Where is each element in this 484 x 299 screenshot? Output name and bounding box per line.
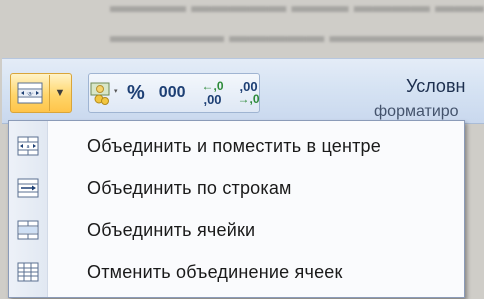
increase-decimal-button[interactable]: ←,0 ,00 (196, 76, 230, 110)
conditional-formatting-button[interactable]: Условн форматиро (374, 75, 466, 120)
merge-center-icon: ·a· (17, 82, 43, 104)
chevron-down-icon[interactable]: ▼ (50, 76, 70, 110)
merge-dropdown-menu: a Объединить и поместить в центре Объеди… (8, 120, 465, 298)
ribbon-toolbar: ·a· ▼ ▾ % 000 ←,0 ,00 ,00 →,0 Условн фор… (2, 58, 484, 124)
menu-item-label: Объединить ячейки (87, 219, 256, 240)
decrease-decimal-button[interactable]: ,00 →,0 (232, 76, 266, 110)
merge-across-icon (9, 178, 47, 198)
svg-text:·a·: ·a· (26, 91, 34, 98)
svg-text:a: a (26, 144, 29, 150)
percent-button[interactable]: % (121, 76, 151, 110)
merge-center-button[interactable]: ·a· (11, 75, 50, 111)
svg-text:▾: ▾ (114, 87, 118, 95)
merge-center-icon: a (9, 136, 47, 156)
menu-item-merge-center[interactable]: a Объединить и поместить в центре (9, 127, 464, 165)
menu-item-unmerge-cells[interactable]: Отменить объединение ячеек (9, 253, 464, 291)
unmerge-cells-icon (9, 262, 47, 282)
thousands-label: 000 (158, 84, 186, 101)
conditional-formatting-label: Условн (406, 76, 466, 96)
increase-decimal-bottom: ,00 (203, 92, 222, 107)
number-format-group: ▾ % 000 ←,0 ,00 ,00 →,0 (88, 73, 260, 113)
merge-center-split-button[interactable]: ·a· ▼ (10, 73, 72, 113)
thousands-separator-button[interactable]: 000 (153, 76, 192, 110)
decrease-decimal-bottom: →,0 (237, 92, 260, 106)
accounting-format-button[interactable]: ▾ (89, 76, 119, 110)
menu-item-merge-across[interactable]: Объединить по строкам (9, 169, 464, 207)
percent-label: % (127, 81, 145, 104)
merge-cells-icon (9, 220, 47, 240)
menu-item-label: Объединить по строкам (87, 177, 292, 198)
menu-item-merge-cells[interactable]: Объединить ячейки (9, 211, 464, 249)
menu-item-label: Отменить объединение ячеек (87, 261, 343, 282)
currency-icon: ▾ (90, 82, 118, 105)
menu-item-label: Объединить и поместить в центре (87, 135, 381, 156)
